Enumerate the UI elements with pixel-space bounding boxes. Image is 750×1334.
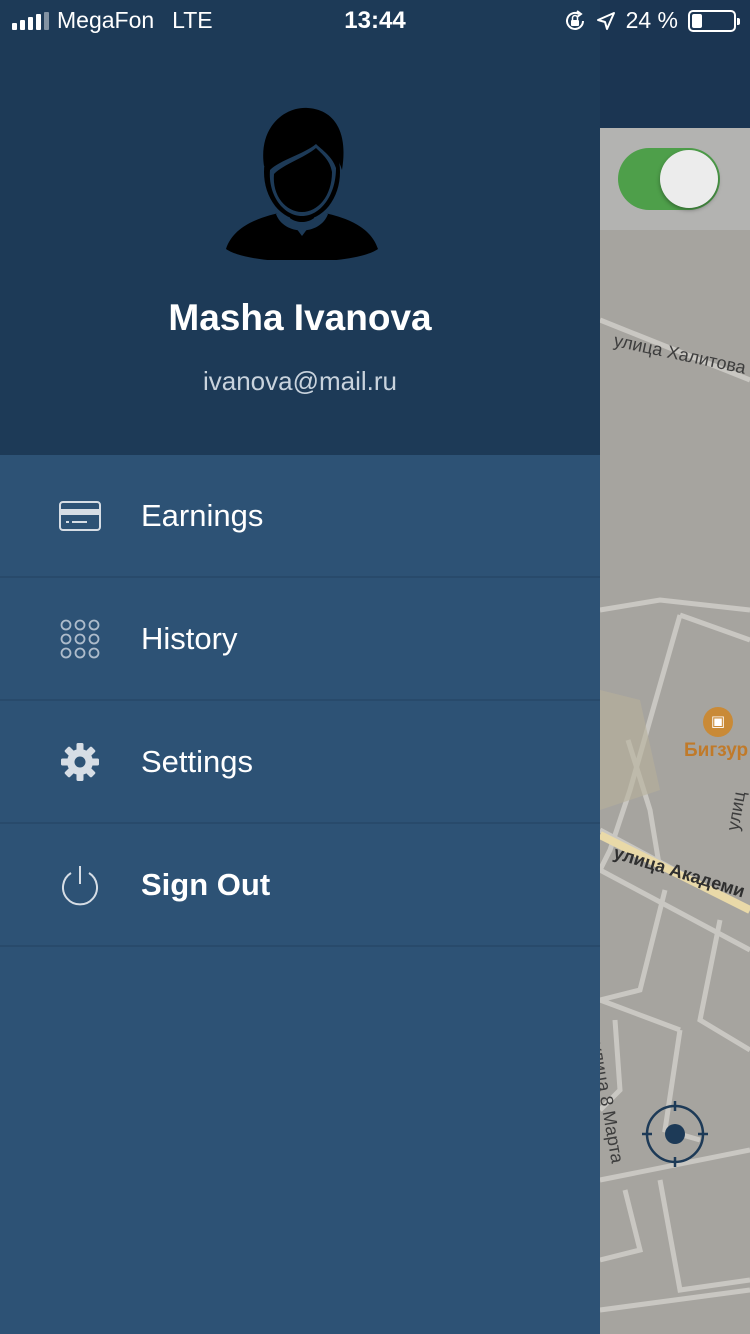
menu-label-earnings: Earnings <box>141 497 264 533</box>
gear-icon <box>58 740 102 784</box>
poi-label[interactable]: Бигзур <box>684 740 748 762</box>
menu-label-sign-out: Sign Out <box>141 866 271 902</box>
crosshair-icon[interactable] <box>642 1101 708 1167</box>
grid-dots-icon <box>58 617 102 661</box>
menu-label-settings: Settings <box>141 743 254 779</box>
menu-item-sign-out[interactable]: Sign Out <box>0 824 600 947</box>
profile-header: Masha Ivanova ivanova@mail.ru <box>0 0 600 455</box>
menu-item-history[interactable]: History <box>0 578 600 701</box>
status-bar: MegaFon LTE 13:44 24 % <box>0 0 750 40</box>
menu-item-settings[interactable]: Settings <box>0 701 600 824</box>
status-right: 24 % <box>564 7 740 34</box>
menu-label-history: History <box>141 620 238 656</box>
online-toggle[interactable] <box>618 148 720 210</box>
profile-email: ivanova@mail.ru <box>202 366 398 396</box>
profile-name: Masha Ivanova <box>168 297 432 338</box>
power-icon <box>58 863 102 907</box>
drawer-menu: Earnings History Settings Sign Out <box>0 455 600 947</box>
battery-icon <box>688 9 740 32</box>
credit-card-icon <box>58 494 102 538</box>
location-arrow-icon <box>596 11 615 30</box>
shopping-bag-icon[interactable]: ▣ <box>703 707 733 737</box>
rotation-lock-icon <box>565 9 584 30</box>
toggle-knob <box>660 150 718 208</box>
avatar[interactable] <box>224 104 380 260</box>
menu-item-earnings[interactable]: Earnings <box>0 455 600 578</box>
battery-percent: 24 % <box>625 7 678 33</box>
navigation-drawer: Masha Ivanova ivanova@mail.ru Earnings H… <box>0 0 600 1334</box>
battery-fill <box>692 13 702 28</box>
